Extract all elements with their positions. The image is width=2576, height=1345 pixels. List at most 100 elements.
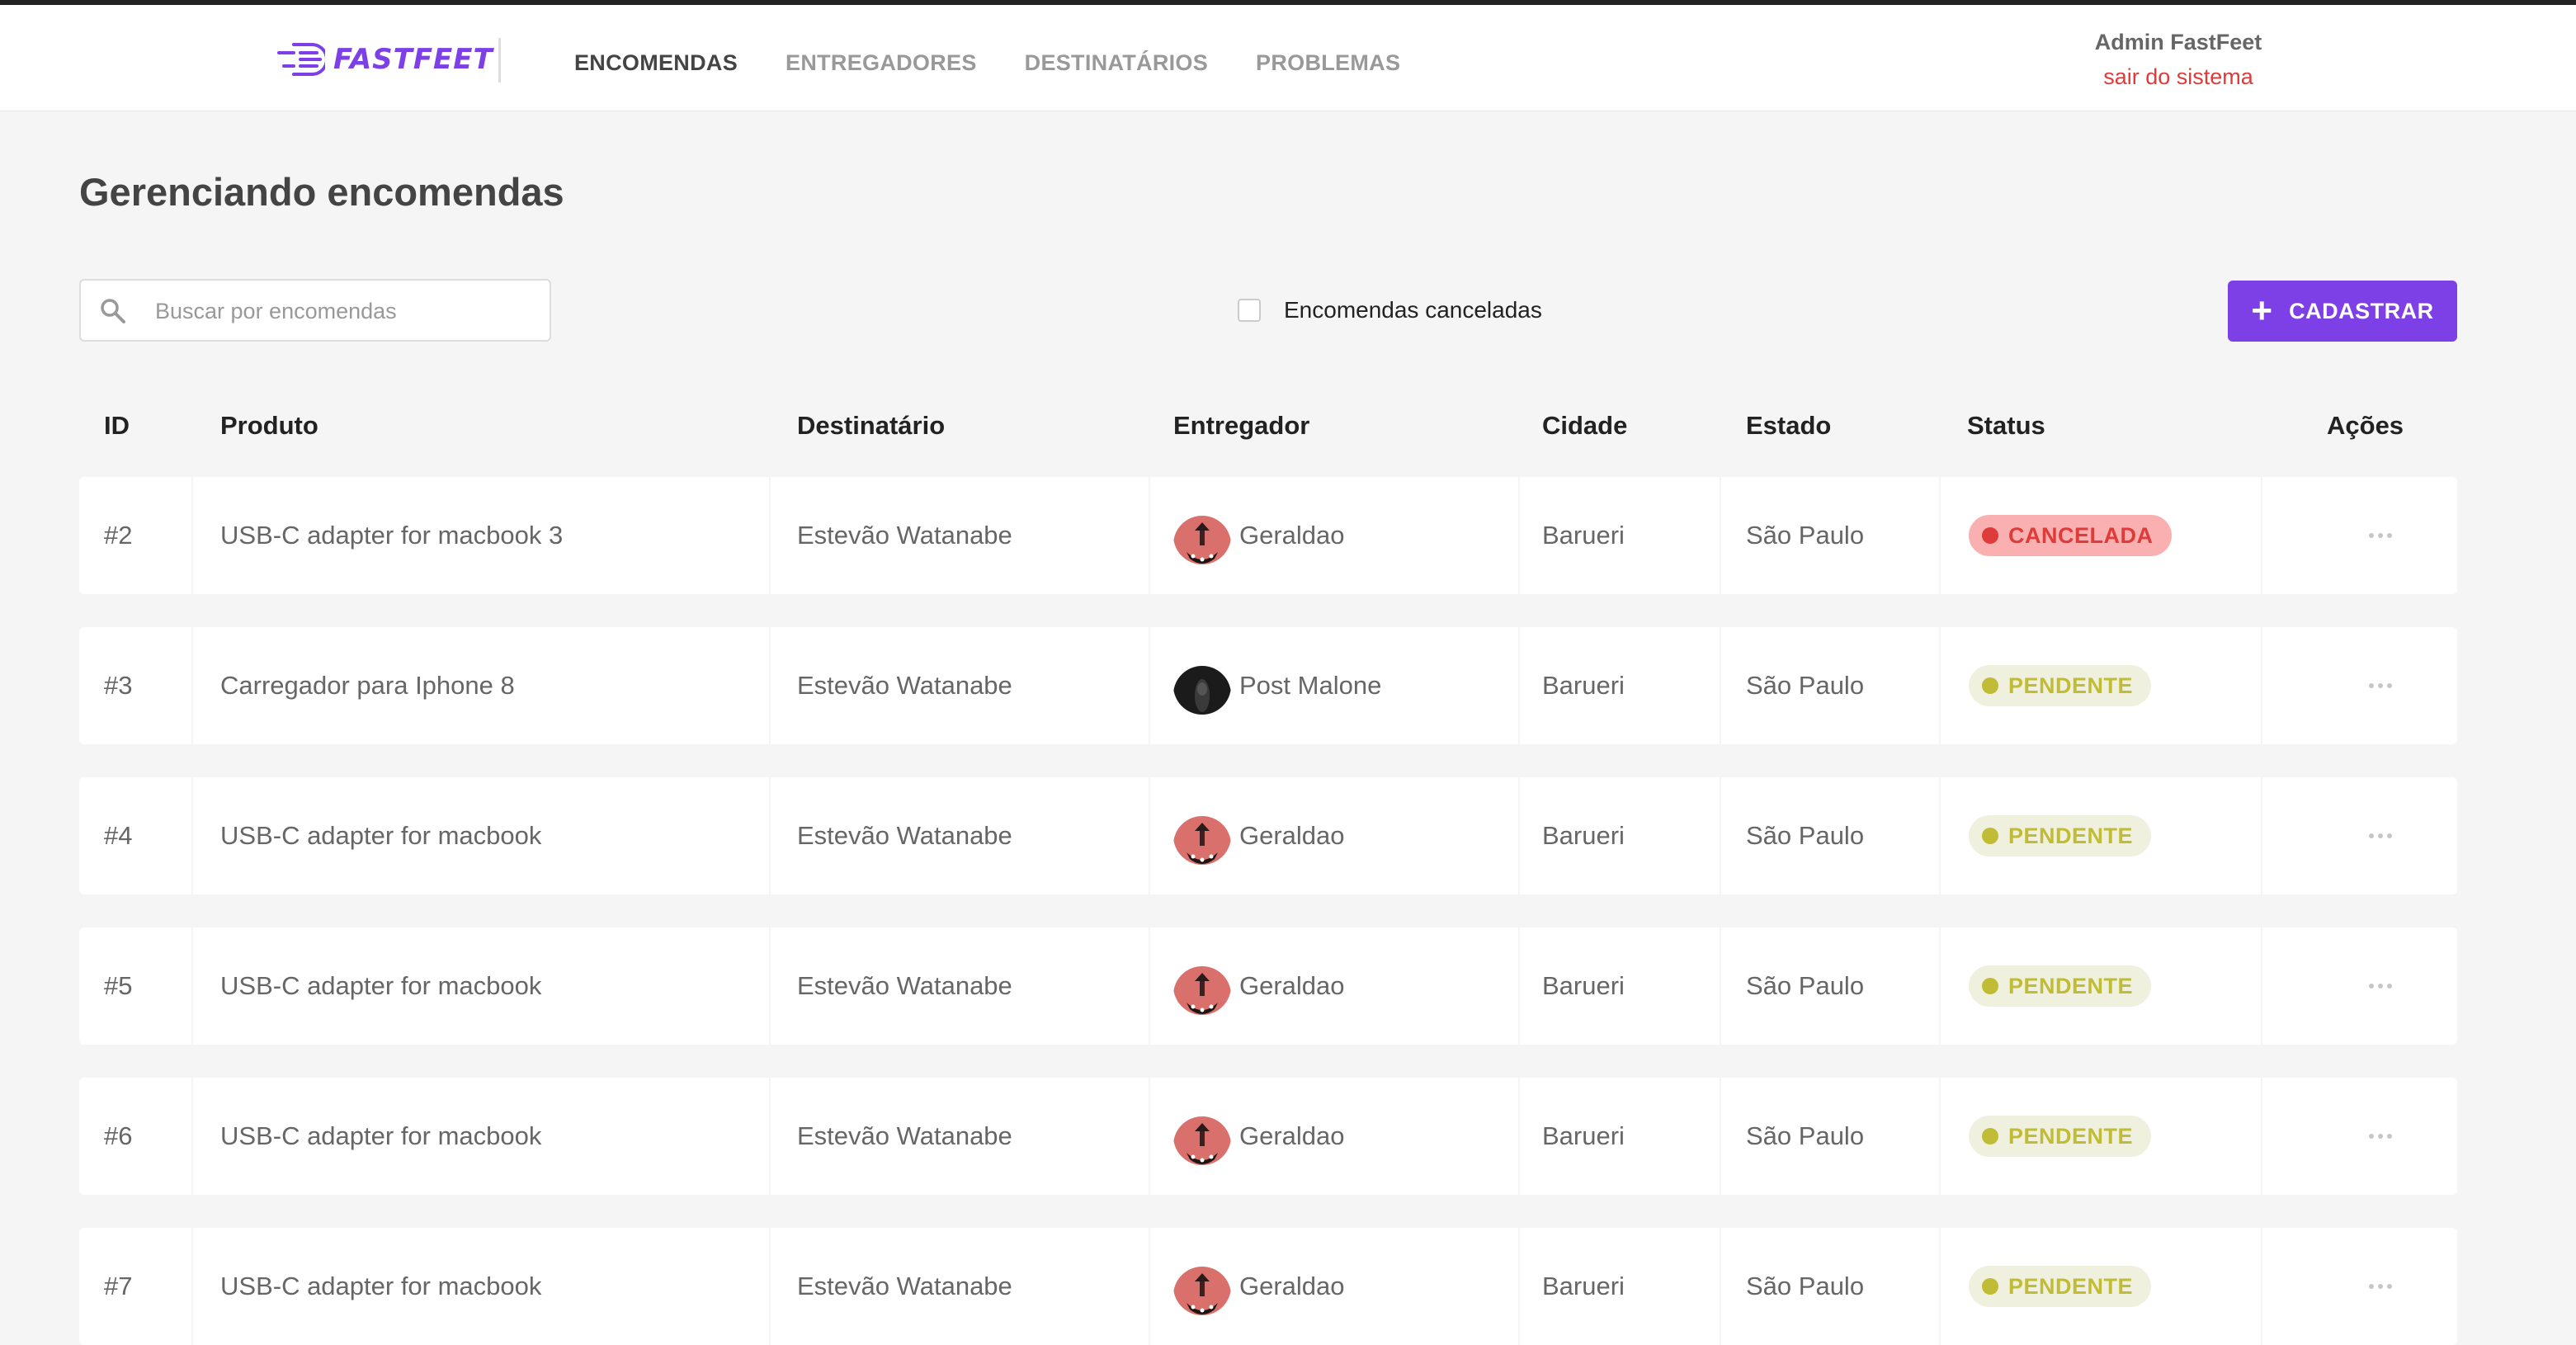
more-actions-icon[interactable] [2360,523,2401,548]
cell-divider [1720,627,1721,744]
product-name: USB-C adapter for macbook 3 [220,521,564,550]
order-id: #2 [104,521,133,550]
more-actions-icon[interactable] [2360,673,2401,698]
table-row[interactable]: #7 USB-C adapter for macbook Estevão Watan… [79,1228,2457,1345]
table-row[interactable]: #2 USB-C adapter for macbook 3 Estevão Wat… [79,477,2457,594]
city: Barueri [1542,821,1625,850]
courier-name: Geraldao [1239,971,1345,1000]
courier-name: Geraldao [1239,1272,1345,1300]
column-header-destinatario: Destinatário [797,411,946,440]
cell-divider [769,927,771,1045]
cell-divider [1149,1078,1150,1195]
order-id: #4 [104,821,133,850]
recipient-name: Estevão Watanabe [797,821,1012,850]
product-name: Carregador para Iphone 8 [220,671,515,700]
cell-divider [1939,1078,1941,1195]
column-header-estado: Estado [1746,411,1832,440]
cell-divider [769,627,771,744]
column-header-cidade: Cidade [1542,411,1628,440]
column-header-acoes: Ações [2327,411,2404,440]
add-order-button-label: CADASTRAR [2289,298,2434,323]
cell-divider [1720,1228,1721,1345]
cell-divider [1518,1228,1520,1345]
cell-divider [191,627,193,744]
table-row[interactable]: #3 Carregador para Iphone 8 Estevão Watana… [79,627,2457,744]
status-label: PENDENTE [2008,1123,2134,1149]
status-badge: PENDENTE [1969,815,2152,857]
cell-divider [191,1228,193,1345]
product-name: USB-C adapter for macbook [220,1121,542,1150]
cell-divider [1149,477,1150,594]
column-header-status: Status [1967,411,2045,440]
cell-divider [1939,627,1941,744]
status-dot-icon [1982,978,1998,994]
cell-divider [2261,777,2262,894]
nav-item-problemas[interactable]: PROBLEMAS [1256,46,1400,79]
cell-divider [769,777,771,894]
city: Barueri [1542,1121,1625,1150]
cell-divider [1149,927,1150,1045]
avatar [1173,807,1231,865]
cell-divider [191,1078,193,1195]
search-input[interactable] [153,292,536,330]
nav-item-destinatarios[interactable]: DESTINATÁRIOS [1025,46,1208,79]
status-label: CANCELADA [2008,522,2154,548]
status-badge: PENDENTE [1969,1266,2152,1307]
state: São Paulo [1746,1121,1865,1150]
logout-link[interactable]: sair do sistema [2013,59,2343,94]
cell-divider [191,927,193,1045]
courier-cell: Geraldao [1173,477,1345,594]
order-id: #5 [104,971,133,1000]
courier-cell: Geraldao [1173,927,1345,1045]
add-order-button[interactable]: + CADASTRAR [2228,281,2457,342]
cell-divider [1149,627,1150,744]
order-id: #3 [104,671,133,700]
canceled-filter: Encomendas canceladas [1238,297,1542,323]
table-row[interactable]: #6 USB-C adapter for macbook Estevão Watan… [79,1078,2457,1195]
canceled-filter-checkbox[interactable] [1238,299,1261,322]
cell-divider [1939,777,1941,894]
more-actions-icon[interactable] [2360,1124,2401,1149]
logo-icon [277,43,325,76]
more-actions-icon[interactable] [2360,824,2401,848]
recipient-name: Estevão Watanabe [797,1121,1012,1150]
product-name: USB-C adapter for macbook [220,971,542,1000]
cell-divider [1518,777,1520,894]
column-header-entregador: Entregador [1173,411,1310,440]
recipient-name: Estevão Watanabe [797,1272,1012,1300]
cell-divider [1720,1078,1721,1195]
more-actions-icon[interactable] [2360,1274,2401,1299]
courier-cell: Geraldao [1173,1078,1345,1195]
cell-divider [1518,627,1520,744]
cell-divider [2261,477,2262,594]
canceled-filter-label: Encomendas canceladas [1284,297,1542,323]
state: São Paulo [1746,671,1865,700]
status-dot-icon [1982,1128,1998,1144]
cell-divider [2261,627,2262,744]
recipient-name: Estevão Watanabe [797,971,1012,1000]
recipient-name: Estevão Watanabe [797,521,1012,550]
cell-divider [1720,777,1721,894]
column-header-produto: Produto [220,411,318,440]
status-label: PENDENTE [2008,672,2134,698]
page-title: Gerenciando encomendas [79,170,564,214]
cell-divider [1149,777,1150,894]
cell-divider [769,477,771,594]
nav-item-encomendas[interactable]: ENCOMENDAS [574,46,738,79]
plus-icon: + [2251,290,2273,331]
main-nav: ENCOMENDAS ENTREGADORES DESTINATÁRIOS PR… [574,46,1448,79]
cell-divider [191,777,193,894]
cell-divider [1720,477,1721,594]
cell-divider [1939,1228,1941,1345]
nav-item-entregadores[interactable]: ENTREGADORES [786,46,977,79]
logo[interactable]: FASTFEET [276,35,493,84]
user-name: Admin FastFeet [2094,30,2262,54]
avatar [1173,957,1231,1015]
status-badge: PENDENTE [1969,1116,2152,1157]
table-row[interactable]: #4 USB-C adapter for macbook Estevão Watan… [79,777,2457,894]
courier-cell: Post Malone [1173,627,1381,744]
table-row[interactable]: #5 USB-C adapter for macbook Estevão Watan… [79,927,2457,1045]
more-actions-icon[interactable] [2360,974,2401,998]
courier-name: Geraldao [1239,1121,1345,1150]
status-dot-icon [1982,828,1998,844]
